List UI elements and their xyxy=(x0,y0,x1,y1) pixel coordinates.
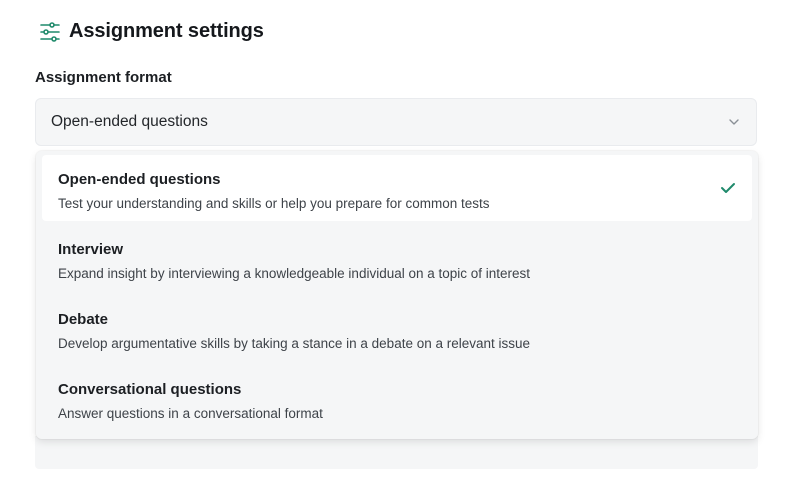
sliders-icon xyxy=(39,21,61,43)
format-dropdown-menu: Open-ended questions Test your understan… xyxy=(36,151,758,439)
chevron-down-icon xyxy=(727,115,741,129)
option-debate[interactable]: Debate Develop argumentative skills by t… xyxy=(42,295,752,361)
option-description: Develop argumentative skills by taking a… xyxy=(58,336,531,351)
field-below-dropdown xyxy=(35,436,758,469)
option-description: Answer questions in a conversational for… xyxy=(58,406,323,421)
option-title: Conversational questions xyxy=(58,381,242,398)
option-title: Interview xyxy=(58,241,124,258)
option-conversational-questions[interactable]: Conversational questions Answer question… xyxy=(42,365,752,431)
settings-header: Assignment settings xyxy=(39,20,264,43)
option-open-ended-questions[interactable]: Open-ended questions Test your understan… xyxy=(42,155,752,221)
option-title: Open-ended questions xyxy=(58,171,221,188)
assignment-format-select[interactable]: Open-ended questions xyxy=(35,98,757,146)
select-value: Open-ended questions xyxy=(51,113,208,130)
option-description: Expand insight by interviewing a knowled… xyxy=(58,266,531,281)
assignment-format-label: Assignment format xyxy=(35,69,172,86)
page-title: Assignment settings xyxy=(69,20,264,42)
option-description: Test your understanding and skills or he… xyxy=(58,196,490,211)
option-title: Debate xyxy=(58,311,109,328)
checkmark-icon xyxy=(720,181,736,195)
option-interview[interactable]: Interview Expand insight by interviewing… xyxy=(42,225,752,291)
